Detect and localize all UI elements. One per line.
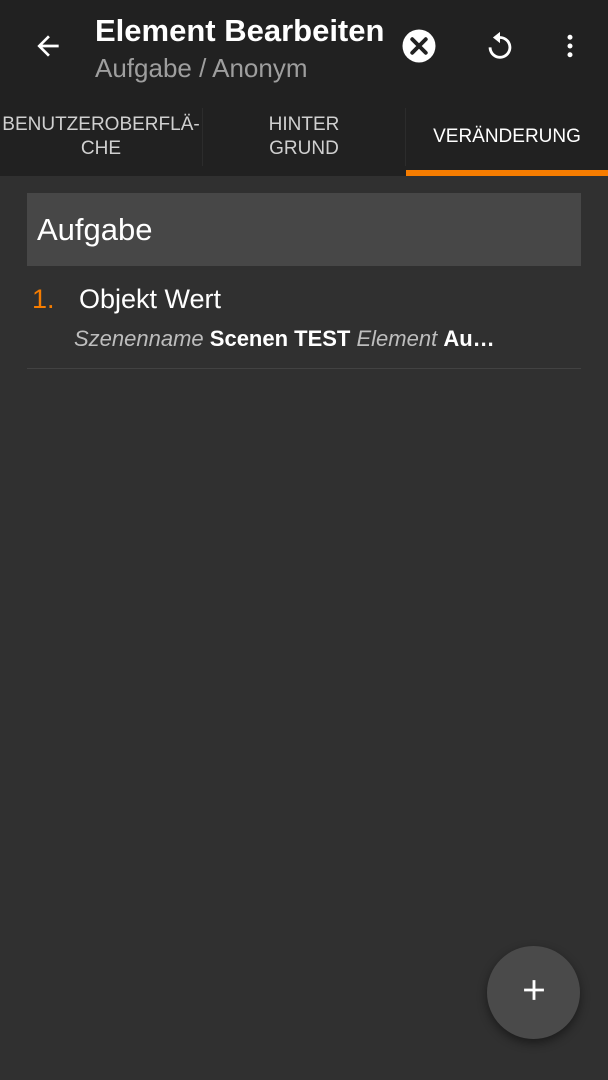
- tab-label: Benutzeroberflä- che: [2, 114, 200, 159]
- action-number: 1.: [32, 284, 55, 314]
- tab-background[interactable]: Hinter grund: [203, 98, 405, 176]
- revert-button[interactable]: [474, 22, 526, 74]
- list-item[interactable]: 1. Objekt Wert Szenenname Scenen TEST El…: [27, 272, 581, 369]
- undo-icon: [483, 29, 517, 68]
- param-value: Scenen TEST: [209, 326, 351, 351]
- overflow-menu-button[interactable]: [544, 22, 596, 74]
- action-params: Szenenname Scenen TEST Element Au…: [74, 326, 544, 352]
- param-key: Szenenname: [74, 326, 204, 351]
- toolbar: Element Bearbeiten Aufgabe / Anonym: [0, 0, 608, 98]
- section-header: Aufgabe: [27, 193, 581, 266]
- page-subtitle: Aufgabe / Anonym: [95, 53, 308, 83]
- more-vert-icon: [555, 31, 585, 66]
- action-name: Objekt Wert: [79, 284, 222, 314]
- page-title: Element Bearbeiten: [95, 13, 385, 48]
- add-action-button[interactable]: [487, 946, 580, 1039]
- param-value: Au…: [443, 326, 495, 351]
- arrow-back-icon: [32, 30, 64, 67]
- tab-changes[interactable]: Veränderung: [406, 98, 608, 176]
- back-button[interactable]: [22, 22, 74, 74]
- tab-label: Veränderung: [433, 126, 581, 147]
- close-circle-icon: [401, 28, 437, 69]
- tab-bar: Benutzeroberflä- che Hinter grund Veränd…: [0, 98, 608, 176]
- tab-ui[interactable]: Benutzeroberflä- che: [0, 98, 202, 176]
- section-title: Aufgabe: [37, 211, 153, 247]
- close-button[interactable]: [393, 22, 445, 74]
- plus-icon: [517, 973, 551, 1012]
- tab-label: Hinter grund: [268, 114, 340, 159]
- active-tab-indicator: [406, 170, 608, 176]
- param-key: Element: [356, 326, 438, 351]
- title-block: Element Bearbeiten Aufgabe / Anonym: [95, 12, 385, 86]
- app-screen: Element Bearbeiten Aufgabe / Anonym BENU…: [0, 0, 608, 1080]
